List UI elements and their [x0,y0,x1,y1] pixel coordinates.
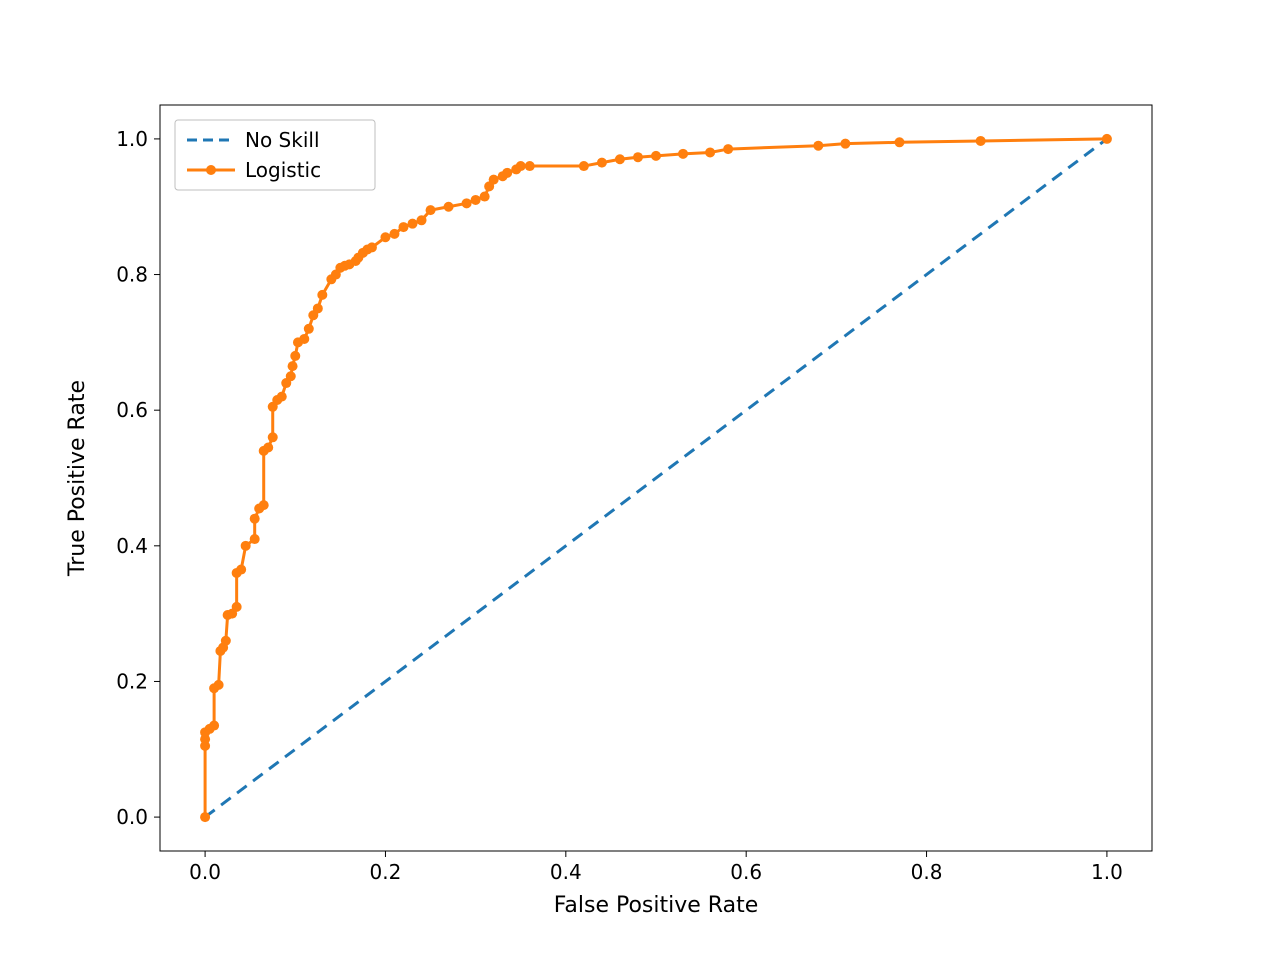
logistic-marker [444,202,454,212]
logistic-marker [317,290,327,300]
logistic-marker [286,371,296,381]
logistic-marker [651,151,661,161]
logistic-marker [633,152,643,162]
y-tick-label: 0.0 [116,805,148,829]
logistic-marker [597,158,607,168]
logistic-marker [417,215,427,225]
logistic-marker [1102,134,1112,144]
logistic-marker [268,432,278,442]
logistic-marker [313,303,323,313]
logistic-marker [813,141,823,151]
y-tick-label: 0.4 [116,534,148,558]
logistic-marker [367,242,377,252]
logistic-marker [214,680,224,690]
logistic-marker [408,219,418,229]
legend-swatch-logistic-marker [206,165,216,175]
logistic-marker [894,137,904,147]
x-tick-label: 0.2 [370,860,402,884]
logistic-marker [389,229,399,239]
logistic-marker [489,175,499,185]
logistic-marker [221,636,231,646]
logistic-marker [200,812,210,822]
roc-chart: 0.0 0.2 0.4 0.6 0.8 1.0 0.0 0.2 0.4 0.6 0.8 1.0 Fa… [0,0,1280,960]
logistic-marker [615,154,625,164]
logistic-marker [259,500,269,510]
logistic-marker [209,721,219,731]
logistic-marker [232,602,242,612]
logistic-marker [579,161,589,171]
logistic-marker [678,149,688,159]
no-skill-line [205,139,1107,817]
x-tick-label: 0.0 [189,860,221,884]
logistic-marker [840,139,850,149]
x-tick-label: 0.8 [911,860,943,884]
logistic-marker [705,147,715,157]
logistic-marker [723,144,733,154]
x-tick-label: 0.4 [550,860,582,884]
y-tick-label: 0.8 [116,263,148,287]
logistic-marker [976,136,986,146]
logistic-marker [502,168,512,178]
y-axis-label: True Positive Rate [65,380,90,577]
logistic-marker [525,161,535,171]
logistic-marker [426,205,436,215]
x-axis-ticks: 0.0 0.2 0.4 0.6 0.8 1.0 [189,851,1123,884]
logistic-marker [471,195,481,205]
y-axis-ticks: 0.0 0.2 0.4 0.6 0.8 1.0 [116,127,160,829]
x-tick-label: 0.6 [730,860,762,884]
logistic-marker [250,534,260,544]
logistic-marker [290,351,300,361]
logistic-marker [250,514,260,524]
logistic-marker [263,442,273,452]
x-tick-label: 1.0 [1091,860,1123,884]
logistic-marker [462,198,472,208]
chart-svg: 0.0 0.2 0.4 0.6 0.8 1.0 0.0 0.2 0.4 0.6 0.8 1.0 Fa… [0,0,1280,960]
logistic-marker [304,324,314,334]
logistic-marker [236,565,246,575]
y-tick-label: 1.0 [116,127,148,151]
y-tick-label: 0.6 [116,398,148,422]
logistic-marker [480,192,490,202]
logistic-marker [241,541,251,551]
logistic-marker [288,361,298,371]
logistic-marker [516,161,526,171]
y-tick-label: 0.2 [116,669,148,693]
logistic-marker [277,392,287,402]
legend-label-no-skill: No Skill [245,128,320,152]
series-no-skill [205,139,1107,817]
logistic-marker [380,232,390,242]
x-axis-label: False Positive Rate [554,893,758,918]
logistic-marker [299,334,309,344]
legend: No Skill Logistic [175,120,375,190]
legend-label-logistic: Logistic [245,158,321,182]
logistic-marker [398,222,408,232]
